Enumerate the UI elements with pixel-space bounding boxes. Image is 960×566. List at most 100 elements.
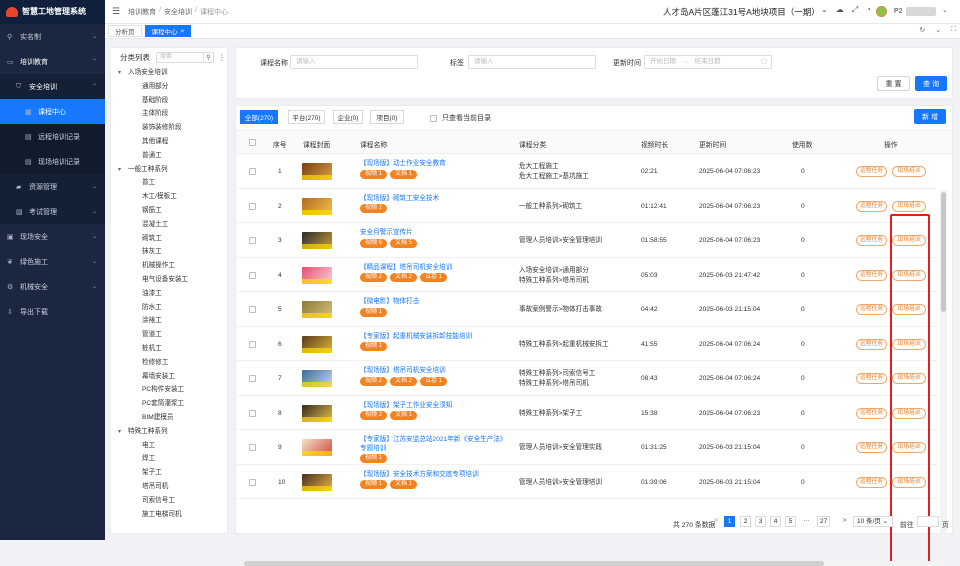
fullscreen-icon[interactable]: ⤢ — [852, 5, 858, 15]
row-checkbox[interactable] — [249, 409, 256, 417]
start-date-input[interactable]: 开始日期 — [650, 56, 676, 68]
remote-task-button[interactable]: 远程任务 — [856, 304, 887, 315]
tree-search-input[interactable]: 搜索 — [156, 51, 204, 63]
tree-node[interactable]: 抹灰工 — [111, 245, 227, 259]
course-cover-image[interactable] — [302, 439, 332, 456]
end-date-input[interactable]: 结束日期 — [695, 56, 721, 68]
tree-node[interactable]: 油漆工 — [111, 287, 227, 301]
course-name-link[interactable]: 安全月警示宣传片 — [360, 229, 413, 236]
course-tag[interactable]: 文档 1 — [390, 169, 418, 179]
row-checkbox[interactable] — [249, 340, 256, 348]
row-checkbox[interactable] — [249, 444, 256, 451]
course-tag[interactable]: 视频 1 — [360, 307, 388, 317]
tree-node[interactable]: 司索信号工 — [111, 494, 227, 508]
course-tag[interactable]: 视频 2 — [360, 376, 388, 386]
row-checkbox[interactable] — [249, 306, 256, 313]
sidebar-item-safety-training[interactable]: ⛉ 安全培训 ⌃ — [0, 74, 105, 99]
row-checkbox[interactable] — [249, 237, 256, 244]
chevron-down-icon[interactable]: ⌄ — [935, 26, 941, 34]
row-checkbox[interactable] — [249, 478, 256, 486]
row-checkbox[interactable] — [249, 271, 256, 279]
page-1[interactable]: 1 — [724, 516, 735, 527]
tree-node[interactable]: 砌筑工 — [111, 232, 227, 246]
row-checkbox[interactable] — [249, 168, 256, 175]
breadcrumb-item[interactable]: 安全培训 — [164, 7, 192, 17]
course-tag[interactable]: 视频 2 — [360, 273, 388, 282]
next-page-button[interactable]: > — [839, 516, 850, 527]
sidebar-item-resources[interactable]: ▰ 资源管理 ⌄ — [0, 174, 105, 199]
tree-node[interactable]: 管道工 — [111, 328, 227, 342]
tree-node[interactable]: 主体阶段 — [111, 107, 227, 121]
refresh-icon[interactable]: ↻ — [919, 26, 925, 34]
tag-input[interactable]: 请输入 — [468, 55, 596, 69]
search-icon[interactable]: ⚲ — [204, 51, 214, 63]
page-3[interactable]: 3 — [755, 516, 766, 527]
only-current-dir[interactable]: 只查看当前目录 — [430, 113, 491, 123]
menu-toggle-icon[interactable]: ☰ — [112, 6, 120, 17]
tab-project[interactable]: 项目(0) — [370, 110, 404, 124]
tree-node[interactable]: 基础阶段 — [111, 94, 227, 108]
sidebar-item-export[interactable]: ⇩ 导出下载 — [0, 299, 105, 324]
tree-node[interactable]: 机械操作工 — [111, 259, 227, 273]
tree-node[interactable]: PC构件安装工 — [111, 383, 227, 397]
course-name-link[interactable]: 【现场版】架子工作业安全须知 — [360, 402, 452, 409]
course-tag[interactable]: 视频 1 — [360, 480, 388, 489]
course-name-link[interactable]: 【现场版】动土作业安全教育 — [360, 160, 446, 167]
course-tag[interactable]: 文档 2 — [390, 376, 418, 386]
select-all-checkbox[interactable] — [249, 139, 256, 146]
page-size-select[interactable]: 10 条/页 ⌄ — [853, 516, 893, 527]
app-brand[interactable]: 智慧工地管理系统 — [0, 0, 105, 24]
tree-node[interactable]: 钢筋工 — [111, 204, 227, 218]
tree-node[interactable]: 架子工 — [111, 466, 227, 480]
page-ellipsis[interactable]: ··· — [801, 516, 812, 527]
remote-task-button[interactable]: 远程任务 — [856, 338, 887, 350]
course-tag[interactable]: 试卷 1 — [420, 376, 448, 386]
cloud-icon[interactable]: ☁ — [836, 5, 844, 15]
breadcrumb-item[interactable]: 培训教育 — [128, 7, 156, 17]
row-checkbox[interactable] — [249, 202, 256, 210]
course-tag[interactable]: 视频 1 — [360, 342, 388, 351]
course-name-link[interactable]: 【现场版】安全技术方案和交底专项培训 — [360, 471, 479, 478]
tree-node[interactable]: 普通工 — [111, 149, 227, 163]
tree-node[interactable]: 电工 — [111, 439, 227, 453]
tree-node[interactable]: 混凝土工 — [111, 218, 227, 232]
remote-task-button[interactable]: 远程任务 — [856, 269, 887, 281]
sidebar-item-course-center[interactable]: ▦ 课程中心 — [0, 99, 105, 124]
tree-node[interactable]: 通用部分 — [111, 80, 227, 94]
course-name-link[interactable]: 【现场版】砌筑工安全技术 — [360, 195, 439, 202]
tab-all[interactable]: 全部(270) — [240, 110, 278, 124]
course-name-link[interactable]: 【微电影】物体打击 — [360, 298, 419, 305]
course-cover-image[interactable] — [302, 232, 332, 249]
user-menu-chevron-icon[interactable]: ⌄ — [942, 6, 948, 14]
course-tag[interactable]: 视频 2 — [360, 204, 388, 213]
page-4[interactable]: 4 — [770, 516, 781, 527]
onsite-training-button[interactable]: 现场培训 — [892, 200, 926, 212]
tree-group[interactable]: ▾ 一般工种系列 — [111, 163, 227, 177]
course-cover-image[interactable] — [302, 163, 332, 180]
tab-course-center[interactable]: 课程中心 × — [144, 25, 192, 37]
project-switch-icon[interactable]: ⌄ — [821, 5, 828, 15]
course-cover-image[interactable] — [302, 404, 332, 422]
only-current-checkbox[interactable] — [430, 114, 437, 122]
remote-task-button[interactable]: 远程任务 — [856, 442, 887, 453]
tab-platform[interactable]: 平台(270) — [288, 110, 325, 124]
vertical-scroll-thumb[interactable] — [941, 192, 946, 312]
page-5[interactable]: 5 — [785, 516, 796, 527]
remote-task-button[interactable]: 远程任务 — [856, 166, 887, 177]
course-tag[interactable]: 视频 1 — [360, 454, 388, 463]
course-cover-image[interactable] — [302, 335, 332, 353]
sidebar-item-machinery[interactable]: ⚙ 机械安全 ⌄ — [0, 274, 105, 299]
course-tag[interactable]: 文档 5 — [390, 238, 418, 248]
horizontal-scroll-thumb[interactable] — [244, 561, 824, 566]
sidebar-item-training[interactable]: ▭ 培训教育 ⌃ — [0, 49, 105, 74]
course-tag[interactable]: 视频 1 — [360, 169, 388, 179]
tree-node[interactable]: 桩机工 — [111, 342, 227, 356]
tree-node[interactable]: BIM建模员 — [111, 411, 227, 425]
user-name[interactable]: P2 — [894, 8, 903, 15]
remote-task-button[interactable]: 远程任务 — [856, 373, 887, 384]
tree-node[interactable]: 木工/模板工 — [111, 190, 227, 204]
course-cover-image[interactable] — [302, 266, 332, 284]
add-course-button[interactable]: 新 增 — [914, 109, 946, 124]
tab-enterprise[interactable]: 企业(0) — [333, 110, 363, 124]
reset-button[interactable]: 重 置 — [877, 76, 910, 91]
